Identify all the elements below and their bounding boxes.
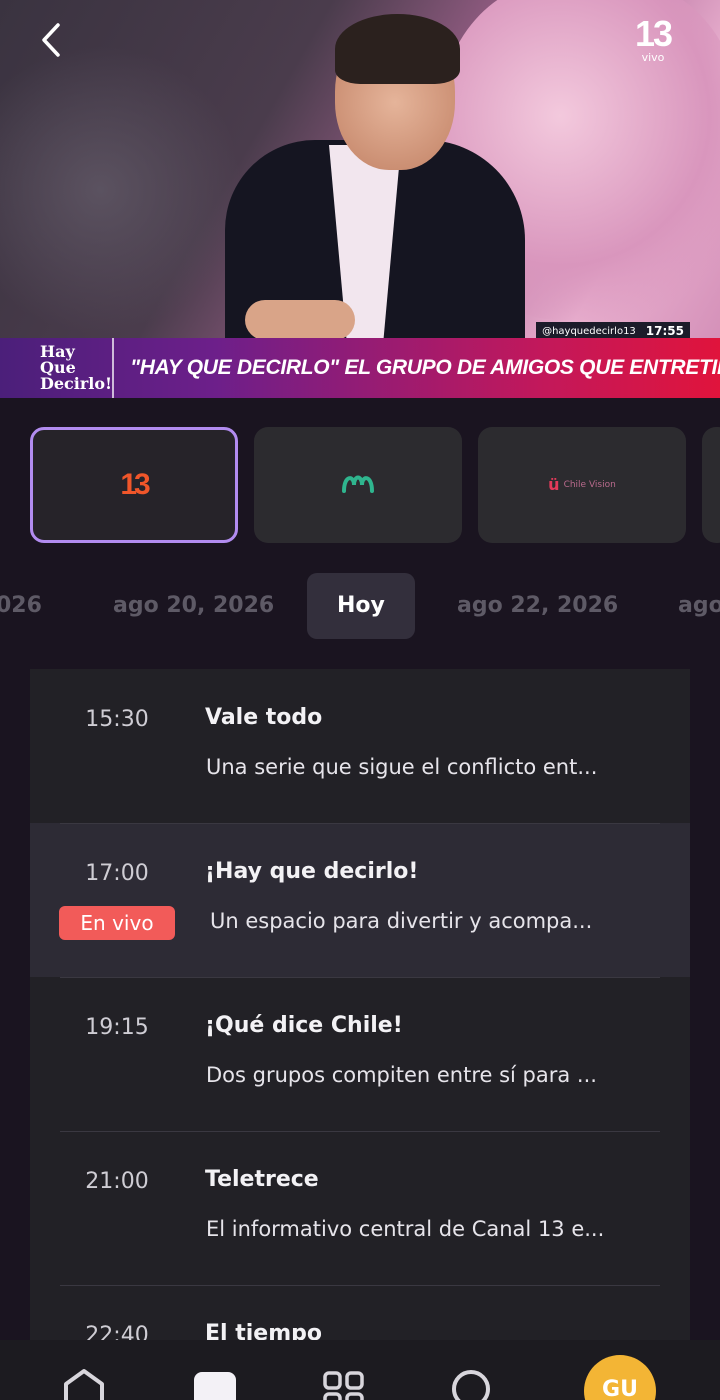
program-description: Dos grupos compiten entre sí para ... (206, 1063, 597, 1087)
video-player[interactable]: 13 vivo @hayquedecirlo13 17:55 Hay Que D… (0, 0, 720, 398)
program-title: Teletrece (205, 1167, 319, 1192)
channel-card-partial[interactable] (702, 427, 720, 543)
video-background-shadow (0, 40, 240, 340)
canal-13-logo: 13 (120, 468, 150, 501)
back-button[interactable] (30, 20, 70, 60)
program-title: ¡Hay que decirlo! (205, 859, 419, 884)
channel-card-mega[interactable] (254, 427, 462, 543)
home-icon[interactable] (62, 1368, 106, 1400)
chilevision-mark-icon: ü (548, 475, 560, 494)
user-avatar[interactable]: GU (584, 1355, 656, 1400)
show-logo: Hay Que Decirlo! (0, 338, 115, 398)
program-time: 19:15 (85, 1015, 149, 1040)
mega-logo (341, 471, 375, 499)
channel-carousel[interactable]: 13 ü Chile Vision (30, 427, 686, 543)
chilevision-logo: ü Chile Vision (548, 475, 616, 494)
date-item-partial-next[interactable]: ago (678, 573, 720, 639)
program-row[interactable]: 19:15 ¡Qué dice Chile! Dos grupos compit… (30, 977, 690, 1131)
program-row[interactable]: 15:30 Vale todo Una serie que sigue el c… (30, 669, 690, 823)
program-row[interactable]: 21:00 Teletrece El informativo central d… (30, 1131, 690, 1285)
program-description: Una serie que sigue el conflicto ent... (206, 755, 598, 779)
social-handle: @hayquedecirlo13 (542, 325, 636, 337)
channel-card-chilevision[interactable]: ü Chile Vision (478, 427, 686, 543)
show-logo-line2: Decirlo! (40, 374, 113, 393)
channel-watermark-number: 13 (634, 13, 673, 54)
presenter-hand (245, 300, 355, 340)
presenter-hair (335, 14, 460, 84)
program-row-live[interactable]: 17:00 ¡Hay que decirlo! En vivo Un espac… (30, 823, 690, 977)
program-time: 15:30 (85, 707, 149, 732)
date-item-partial-prev[interactable]: 026 (0, 573, 42, 639)
show-logo-line1: Hay Que (40, 342, 76, 377)
program-description: El informativo central de Canal 13 e... (206, 1217, 605, 1241)
program-time: 17:00 (85, 861, 149, 886)
chilevision-label: Chile Vision (563, 480, 616, 490)
program-description: Un espacio para divertir y acompa... (210, 909, 593, 933)
lower-third-headline: "HAY QUE DECIRLO" EL GRUPO DE AMIGOS QUE… (130, 356, 720, 379)
bottom-navigation: GU (0, 1340, 720, 1400)
program-time: 21:00 (85, 1169, 149, 1194)
program-schedule[interactable]: 15:30 Vale todo Una serie que sigue el c… (30, 669, 690, 1400)
date-item-prev[interactable]: ago 20, 2026 (113, 573, 274, 639)
program-title: Vale todo (205, 705, 323, 730)
chevron-left-icon (42, 23, 60, 57)
channel-card-13[interactable]: 13 (30, 427, 238, 543)
program-title: ¡Qué dice Chile! (205, 1013, 403, 1038)
broadcast-clock: 17:55 (645, 324, 684, 338)
lower-third-banner: Hay Que Decirlo! "HAY QUE DECIRLO" EL GR… (0, 338, 720, 398)
date-item-next[interactable]: ago 22, 2026 (457, 573, 618, 639)
live-badge: En vivo (59, 906, 175, 940)
date-item-today[interactable]: Hoy (307, 573, 415, 639)
categories-icon[interactable] (322, 1370, 366, 1400)
search-icon[interactable] (452, 1370, 490, 1400)
channel-watermark: 13 vivo (628, 16, 678, 64)
date-selector[interactable]: 026 ago 20, 2026 Hoy ago 22, 2026 ago (0, 573, 720, 639)
live-tv-icon[interactable] (194, 1372, 236, 1400)
